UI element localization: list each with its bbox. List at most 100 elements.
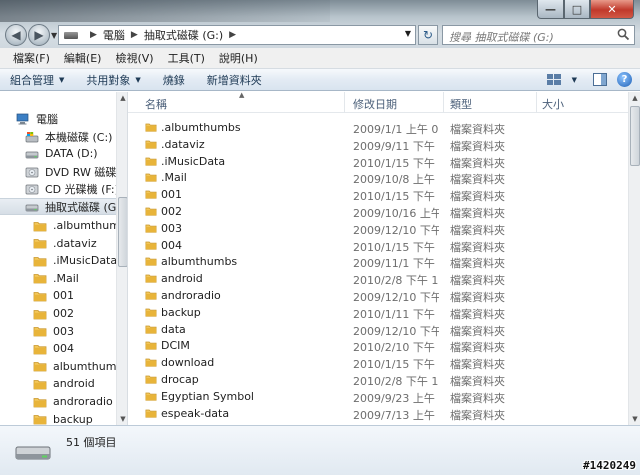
scroll-down-icon[interactable]: ▼ <box>629 413 640 425</box>
back-button[interactable]: ◀ <box>5 24 27 46</box>
nav-item-label: 抽取式磁碟 (G:) <box>45 200 116 214</box>
nav-item-drive[interactable]: DVD RW 磁碟機 <box>0 163 116 180</box>
file-list-scroll-thumb[interactable] <box>630 106 640 166</box>
file-row[interactable]: 002 2009/10/16 上午 1... 檔案資料夾 <box>128 203 628 220</box>
scroll-up-icon[interactable]: ▲ <box>117 92 127 104</box>
scroll-down-icon[interactable]: ▼ <box>117 413 127 425</box>
refresh-button[interactable]: ↻ <box>418 25 438 45</box>
nav-item-computer[interactable]: 電腦 <box>16 110 116 127</box>
search-input[interactable]: 搜尋 抽取式磁碟 (G:) <box>442 25 635 45</box>
forward-button[interactable]: ▶ <box>28 24 50 46</box>
file-row[interactable]: espeak-data 2009/7/13 上午 0... 檔案資料夾 <box>128 405 628 422</box>
folder-icon <box>33 397 47 407</box>
column-size[interactable]: 大小 <box>542 96 564 112</box>
nav-item-drive[interactable]: 本機磁碟 (C:) <box>0 128 116 145</box>
file-row[interactable]: .iMusicData 2010/1/15 下午 0... 檔案資料夾 <box>128 153 628 170</box>
share-with-button[interactable]: 共用對象 ▼ <box>86 72 140 88</box>
file-row[interactable]: .albumthumbs 2009/1/1 上午 09... 檔案資料夾 <box>128 119 628 136</box>
search-placeholder: 搜尋 抽取式磁碟 (G:) <box>449 31 554 44</box>
nav-item-drive[interactable]: 抽取式磁碟 (G:) <box>0 198 116 215</box>
recent-pages-dropdown[interactable]: ▼ <box>51 31 57 40</box>
column-name[interactable]: 名稱 <box>145 96 167 112</box>
nav-item-folder[interactable]: 001 <box>0 287 116 304</box>
file-date-modified: 2010/1/15 下午 0... <box>353 156 439 170</box>
folder-icon <box>33 291 47 302</box>
nav-item-drive[interactable]: CD 光碟機 (F:) CI <box>0 180 116 197</box>
nav-item-label: CD 光碟機 (F:) CI <box>45 182 116 196</box>
nav-item-folder[interactable]: 004 <box>0 340 116 357</box>
nav-item-folder[interactable]: 003 <box>0 323 116 340</box>
change-view-icon[interactable] <box>546 74 561 85</box>
nav-item-folder[interactable]: 002 <box>0 305 116 322</box>
nav-item-folder[interactable]: .Mail <box>0 270 116 287</box>
navigation-scroll-thumb[interactable] <box>118 197 127 267</box>
file-row[interactable]: albumthumbs 2009/11/1 下午 0... 檔案資料夾 <box>128 253 628 270</box>
menu-help[interactable]: 說明(H) <box>212 48 265 69</box>
file-type: 檔案資料夾 <box>450 156 505 170</box>
scroll-up-icon[interactable]: ▲ <box>629 92 640 104</box>
nav-item-folder[interactable]: backup <box>0 411 116 425</box>
details-pane: 51 個項目 #1420249 <box>0 425 640 475</box>
file-row[interactable]: 001 2010/1/15 下午 1... 檔案資料夾 <box>128 186 628 203</box>
column-date-modified[interactable]: 修改日期 <box>353 96 397 112</box>
menu-view[interactable]: 檢視(V) <box>108 48 160 69</box>
navigation-scrollbar[interactable]: ▲ ▼ <box>116 92 127 425</box>
folder-icon <box>33 379 47 390</box>
file-row[interactable]: backup 2010/1/11 下午 1... 檔案資料夾 <box>128 304 628 321</box>
address-dropdown-icon[interactable]: ▼ <box>405 29 411 38</box>
folder-icon <box>145 342 157 351</box>
command-bar: 組合管理 ▼ 共用對象 ▼ 燒錄 新增資料夾 ▼ ? <box>0 69 640 91</box>
nav-item-folder[interactable]: .albumthumbs <box>0 217 116 234</box>
file-date-modified: 2010/1/15 下午 1... <box>353 240 439 254</box>
nav-item-folder[interactable]: .dataviz <box>0 235 116 252</box>
breadcrumb-arrow-icon[interactable]: ▶ <box>229 30 236 40</box>
menu-file[interactable]: 檔案(F) <box>6 48 57 69</box>
nav-item-folder[interactable]: albumthumbs <box>0 358 116 375</box>
file-row[interactable]: androradio 2009/12/10 下午 ... 檔案資料夾 <box>128 287 628 304</box>
file-row[interactable]: .dataviz 2009/9/11 下午 0... 檔案資料夾 <box>128 136 628 153</box>
address-bar[interactable]: ▶ 電腦 ▶ 抽取式磁碟 (G:) ▶ ▼ <box>58 25 416 45</box>
nav-item-folder[interactable]: android <box>0 375 116 392</box>
help-icon[interactable]: ? <box>617 72 632 87</box>
new-folder-button[interactable]: 新增資料夾 <box>207 72 262 88</box>
minimize-button[interactable]: — <box>537 0 564 19</box>
file-row[interactable]: 004 2010/1/15 下午 1... 檔案資料夾 <box>128 237 628 254</box>
nav-item-label: .dataviz <box>53 236 97 250</box>
file-row[interactable]: DCIM 2010/2/10 下午 0... 檔案資料夾 <box>128 337 628 354</box>
menu-edit[interactable]: 編輯(E) <box>57 48 109 69</box>
burn-button[interactable]: 燒錄 <box>163 72 185 88</box>
column-divider[interactable] <box>443 92 444 113</box>
file-date-modified: 2010/2/8 下午 10... <box>353 274 439 288</box>
breadcrumb-removable-disk[interactable]: 抽取式磁碟 (G:) <box>144 27 223 43</box>
folder-icon <box>145 291 157 300</box>
nav-item-folder[interactable]: androradio <box>0 393 116 410</box>
close-button[interactable]: ✕ <box>590 0 634 19</box>
computer-icon <box>16 113 29 124</box>
column-divider[interactable] <box>344 92 345 113</box>
menu-tools[interactable]: 工具(T) <box>161 48 212 69</box>
nav-item-drive[interactable]: DATA (D:) <box>0 145 116 162</box>
file-row[interactable]: data 2009/12/10 下午 ... 檔案資料夾 <box>128 321 628 338</box>
view-options-dropdown-icon[interactable]: ▼ <box>572 76 577 84</box>
maximize-button[interactable]: □ <box>564 0 590 19</box>
file-list-scrollbar[interactable]: ▲ ▼ <box>628 92 640 425</box>
file-row[interactable]: 003 2009/12/10 下午 ... 檔案資料夾 <box>128 220 628 237</box>
watermark: #1420249 <box>583 459 636 472</box>
organize-button[interactable]: 組合管理 ▼ <box>10 72 64 88</box>
nav-item-folder[interactable]: .iMusicData <box>0 252 116 269</box>
file-row[interactable]: android 2010/2/8 下午 10... 檔案資料夾 <box>128 270 628 287</box>
nav-item-label: .iMusicData <box>53 254 116 268</box>
file-row[interactable]: Egyptian Symbol 2009/9/23 上午 0... 檔案資料夾 <box>128 388 628 405</box>
column-type[interactable]: 類型 <box>450 96 472 112</box>
breadcrumb-arrow-icon[interactable]: ▶ <box>90 30 97 40</box>
file-row[interactable]: download 2010/1/15 下午 0... 檔案資料夾 <box>128 354 628 371</box>
file-row[interactable]: .Mail 2009/10/8 上午 0... 檔案資料夾 <box>128 169 628 186</box>
file-row[interactable]: drocap 2010/2/8 下午 11... 檔案資料夾 <box>128 371 628 388</box>
column-divider[interactable] <box>536 92 537 113</box>
breadcrumb-arrow-icon[interactable]: ▶ <box>131 30 138 40</box>
breadcrumb-computer[interactable]: 電腦 <box>103 27 125 43</box>
file-date-modified: 2010/1/11 下午 1... <box>353 307 439 321</box>
file-date-modified: 2009/10/16 上午 1... <box>353 207 439 220</box>
preview-pane-icon[interactable] <box>593 73 607 86</box>
nav-item-label: DVD RW 磁碟機 <box>45 165 116 179</box>
